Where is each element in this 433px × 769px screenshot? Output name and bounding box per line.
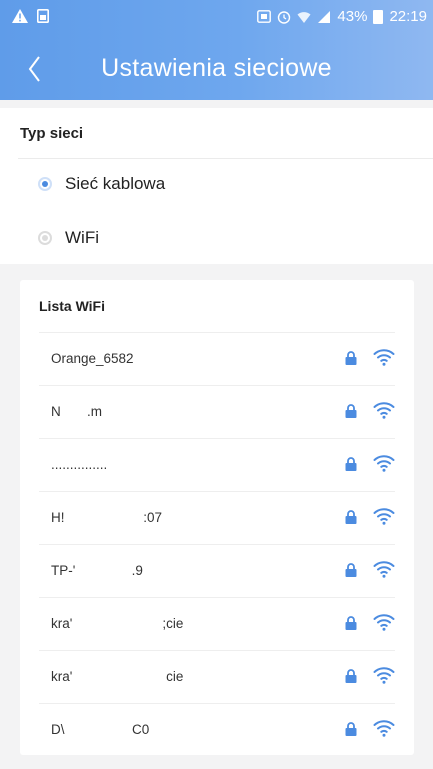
wifi-list-title: Lista WiFi <box>39 298 105 314</box>
option-wired-network[interactable]: Sieć kablowa <box>38 174 165 194</box>
radio-selected[interactable] <box>38 177 52 191</box>
lock-icon <box>345 722 357 736</box>
warning-icon <box>12 9 28 23</box>
option-wifi[interactable]: WiFi <box>38 228 99 248</box>
lock-icon <box>345 669 357 683</box>
wifi-icon <box>373 347 395 367</box>
wifi-icon <box>373 612 395 632</box>
lock-icon <box>345 351 357 365</box>
page-title: Ustawienia sieciowe <box>101 54 332 82</box>
battery-percent: 43% <box>337 8 368 25</box>
wifi-network-name: kra' ;cie <box>51 616 184 631</box>
wifi-list-card: Lista WiFi Orange_6582 N .m..............… <box>20 280 414 755</box>
network-type-section: Typ sieci Sieć kablowa WiFi <box>0 108 433 264</box>
wifi-network-row[interactable]: kra' cie <box>39 650 395 703</box>
wifi-network-name: H! :07 <box>51 510 163 525</box>
wifi-icon <box>373 559 395 579</box>
status-bar: 43% 22:19 <box>0 0 433 38</box>
wifi-network-row[interactable]: Orange_6582 <box>39 332 395 385</box>
wifi-network-row[interactable]: ............... <box>39 438 395 491</box>
wifi-icon <box>373 665 395 685</box>
wifi-icon <box>373 400 395 420</box>
wifi-network-row[interactable]: H! :07 <box>39 491 395 544</box>
network-type-label: Typ sieci <box>20 125 84 142</box>
radio-unselected[interactable] <box>38 231 52 245</box>
wifi-network-name: D\ C0 <box>51 722 150 737</box>
wifi-network-row[interactable]: TP-' .9 <box>39 544 395 597</box>
nfc-icon <box>257 10 272 23</box>
app-header: Ustawienia sieciowe <box>0 38 433 100</box>
wifi-network-row[interactable]: N .m <box>39 385 395 438</box>
wifi-network-name: TP-' .9 <box>51 563 143 578</box>
status-bar-right-icons: 43% 22:19 <box>257 8 427 25</box>
wifi-network-name: N .m <box>51 404 103 419</box>
battery-icon <box>373 9 384 24</box>
wifi-list: Orange_6582 N .m............... H! :07 TP-'… <box>20 332 414 756</box>
option-label: WiFi <box>65 228 99 247</box>
lock-icon <box>345 457 357 471</box>
wifi-network-name: Orange_6582 <box>51 351 134 366</box>
option-label: Sieć kablowa <box>65 174 166 193</box>
wifi-signal-icon <box>297 10 311 24</box>
alarm-icon <box>277 10 291 24</box>
divider <box>18 158 433 159</box>
lock-icon <box>345 616 357 630</box>
cell-signal-icon <box>317 10 331 24</box>
wifi-icon <box>373 718 395 738</box>
clock: 22:19 <box>389 8 427 25</box>
gallery-icon <box>37 9 49 23</box>
wifi-network-name: kra' cie <box>51 669 184 684</box>
lock-icon <box>345 510 357 524</box>
wifi-network-name: ............... <box>51 457 108 472</box>
wifi-icon <box>373 453 395 473</box>
lock-icon <box>345 563 357 577</box>
status-bar-left-icons <box>12 9 49 23</box>
lock-icon <box>345 404 357 418</box>
wifi-network-row[interactable]: kra' ;cie <box>39 597 395 650</box>
wifi-icon <box>373 506 395 526</box>
wifi-network-row[interactable]: D\ C0 <box>39 703 395 756</box>
